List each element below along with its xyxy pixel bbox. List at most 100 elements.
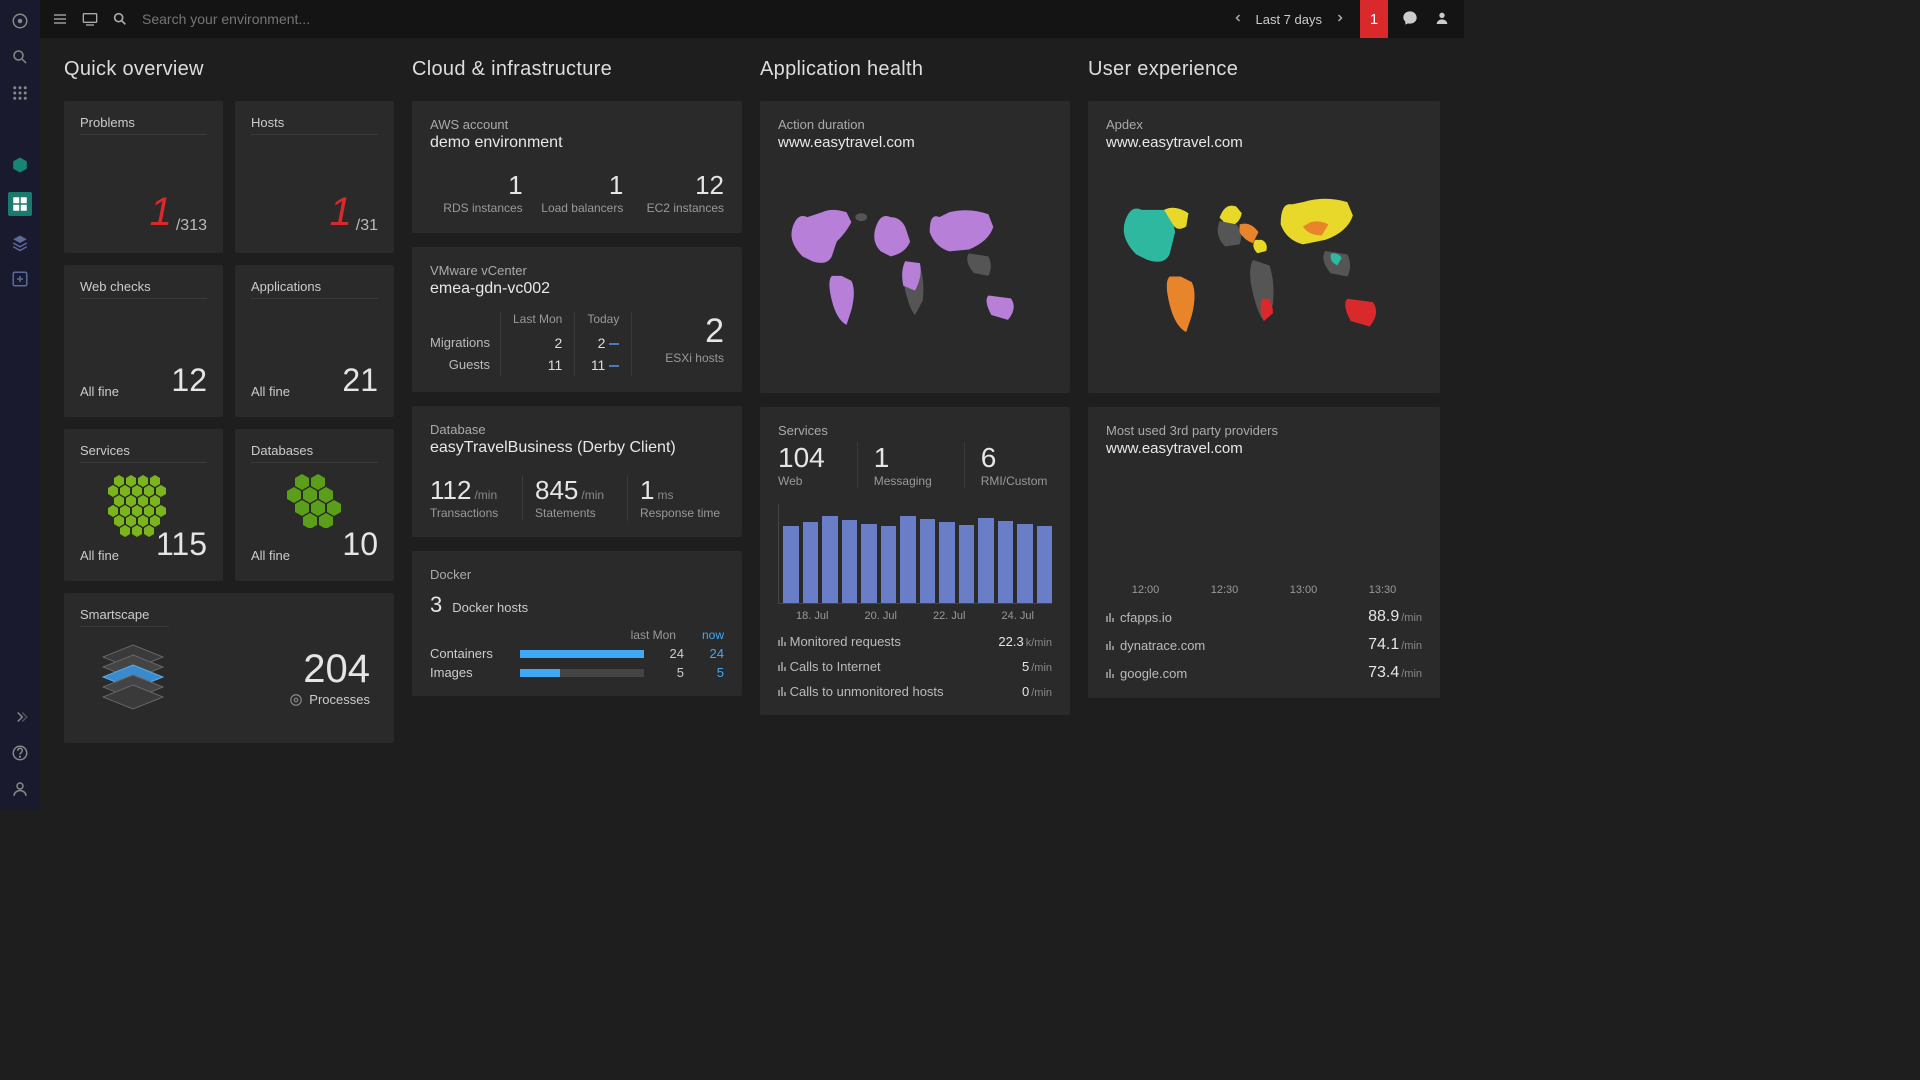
tile-vmware[interactable]: VMware vCenter emea-gdn-vc002 Migrations… (412, 247, 742, 392)
webchecks-value: 12 (171, 362, 207, 399)
tile-webchecks-title: Web checks (80, 279, 207, 299)
nav-stack-icon[interactable] (11, 234, 29, 252)
providers-stackchart (1106, 473, 1422, 578)
vmware-mig-a: 2 (513, 332, 562, 354)
timeframe-prev-icon[interactable] (1232, 12, 1244, 27)
hosts-current: 1 (330, 190, 352, 235)
tile-docker[interactable]: Docker 3Docker hosts last Monnow Contain… (412, 551, 742, 696)
aws-title: AWS account (430, 117, 724, 132)
providers-xaxis: 12:0012:3013:0013:30 (1106, 584, 1422, 596)
nav-cube-icon[interactable] (11, 156, 29, 174)
tile-database[interactable]: Database easyTravelBusiness (Derby Clien… (412, 406, 742, 538)
services-status: All fine (80, 548, 119, 563)
hosts-total: /31 (356, 217, 378, 235)
left-sidebar (0, 0, 40, 810)
tile-providers[interactable]: Most used 3rd party providers www.easytr… (1088, 407, 1440, 698)
svc-rmi-lbl: RMI/Custom (981, 474, 1048, 488)
tile-databases[interactable]: Databases All fine10 (235, 429, 394, 581)
tile-smartscape-title: Smartscape (80, 607, 169, 627)
metric-monitored-unit: k/min (1026, 637, 1052, 649)
db-stmt-num: 845 (535, 475, 578, 505)
profile-icon[interactable] (1434, 10, 1452, 29)
topbar-search-icon[interactable] (112, 11, 128, 27)
tile-action-duration[interactable]: Action duration www.easytravel.com (760, 101, 1070, 393)
expand-icon[interactable] (11, 708, 29, 726)
bars-icon (778, 637, 786, 646)
svc-msg-lbl: Messaging (874, 474, 932, 488)
menu-icon[interactable] (52, 11, 68, 27)
vmware-guests-lbl: Guests (430, 354, 490, 376)
tile-app-services[interactable]: Services 104Web 1Messaging 6RMI/Custom 1… (760, 407, 1070, 715)
vmware-col-today: Today (587, 312, 619, 332)
app-services-title: Services (778, 423, 1052, 438)
help-icon[interactable] (11, 744, 29, 762)
search-input[interactable] (142, 11, 442, 27)
docker-hosts-lbl: Docker hosts (452, 600, 528, 615)
svc-msg-num: 1 (874, 442, 932, 474)
section-app-title: Application health (760, 58, 1070, 81)
tile-hosts-title: Hosts (251, 115, 378, 135)
tile-apdex[interactable]: Apdex www.easytravel.com (1088, 101, 1440, 393)
chat-icon[interactable] (1402, 10, 1420, 29)
svc-web-num: 104 (778, 442, 825, 474)
prov-google-val: 73.4 (1368, 664, 1399, 681)
apps-grid-icon[interactable] (11, 84, 29, 102)
docker-images-bar (520, 669, 644, 677)
smartscape-layers-icon (88, 637, 178, 717)
applications-status: All fine (251, 384, 290, 399)
tile-webchecks[interactable]: Web checks All fine12 (64, 265, 223, 417)
prov-google-lbl: google.com (1120, 666, 1187, 681)
metric-monitored-lbl: Monitored requests (790, 634, 901, 649)
apdex-site: www.easytravel.com (1106, 134, 1422, 151)
aws-lb-lbl: Load balancers (531, 201, 624, 217)
tile-hosts[interactable]: Hosts 1/31 (235, 101, 394, 253)
vmware-title: VMware vCenter (430, 263, 724, 278)
db-title: Database (430, 422, 724, 437)
docker-containers-lbl: Containers (430, 646, 510, 661)
section-ux-title: User experience (1088, 58, 1440, 81)
docker-hdr-now: now (702, 628, 724, 642)
metric-internet-unit: /min (1031, 662, 1052, 674)
tile-problems-title: Problems (80, 115, 207, 135)
svc-rmi-num: 6 (981, 442, 1048, 474)
metric-internet-val: 5 (1022, 659, 1029, 674)
db-tx-unit: /min (474, 488, 497, 502)
aws-ec2-lbl: EC2 instances (631, 201, 724, 217)
tile-smartscape[interactable]: Smartscape 204 (64, 593, 394, 743)
processes-icon (289, 693, 303, 707)
applications-value: 21 (342, 362, 378, 399)
tile-services[interactable]: Services All fine115 (64, 429, 223, 581)
search-icon[interactable] (11, 48, 29, 66)
nav-plus-icon[interactable] (11, 270, 29, 288)
section-cloud-title: Cloud & infrastructure (412, 58, 742, 81)
tile-aws[interactable]: AWS account demo environment 1RDS instan… (412, 101, 742, 233)
timeframe-label[interactable]: Last 7 days (1256, 12, 1323, 27)
providers-site: www.easytravel.com (1106, 440, 1422, 457)
nav-dashboard-icon[interactable] (8, 192, 32, 216)
bars-icon (778, 687, 786, 696)
tile-applications[interactable]: Applications All fine21 (235, 265, 394, 417)
providers-title: Most used 3rd party providers (1106, 423, 1422, 438)
db-stmt-lbl: Statements (535, 506, 619, 522)
vmware-esxi-num: 2 (632, 312, 724, 351)
tile-services-title: Services (80, 443, 207, 463)
vmware-guests-a: 11 (513, 354, 562, 376)
timeframe-next-icon[interactable] (1334, 12, 1346, 27)
docker-hdr-last: last Mon (631, 628, 676, 642)
metric-unmon-unit: /min (1031, 687, 1052, 699)
aws-name: demo environment (430, 134, 724, 152)
action-title: Action duration (778, 117, 1052, 132)
vmware-guests-b: 11 (591, 357, 606, 373)
alert-badge[interactable]: 1 (1360, 0, 1388, 38)
vmware-mig-b: 2 (598, 335, 606, 351)
aws-rds-lbl: RDS instances (430, 201, 523, 217)
monitor-icon[interactable] (82, 11, 98, 27)
db-tx-lbl: Transactions (430, 506, 514, 522)
apdex-title: Apdex (1106, 117, 1422, 132)
logo-icon[interactable] (11, 12, 29, 30)
db-rt-num: 1 (640, 475, 654, 505)
metric-unmon-lbl: Calls to unmonitored hosts (790, 684, 944, 699)
smartscape-label: Processes (309, 692, 370, 707)
user-icon[interactable] (11, 780, 29, 798)
tile-problems[interactable]: Problems 1/313 (64, 101, 223, 253)
